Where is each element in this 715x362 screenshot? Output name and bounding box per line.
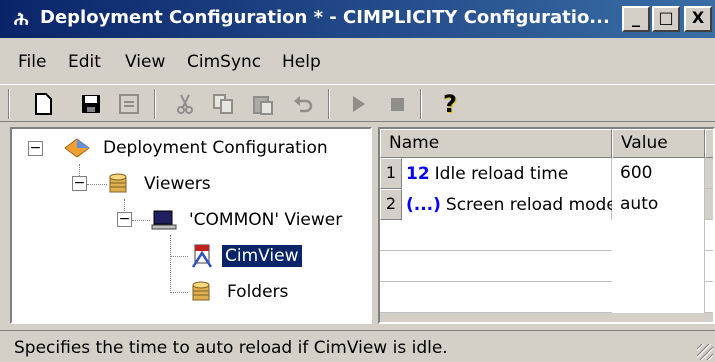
menu-edit[interactable]: Edit [68,52,101,72]
menu-bar: File Edit View CimSync Help [0,42,715,82]
menu-cimsync[interactable]: CimSync [187,52,261,72]
undo-icon[interactable] [290,91,316,117]
tree-item-common-viewer[interactable]: 'COMMON' Viewer [150,206,345,234]
tree-item-deployment-configuration[interactable]: Deployment Configuration [62,134,331,162]
property-name: Idle reload time [434,163,569,184]
status-text: Specifies the time to auto reload if Cim… [14,338,448,358]
cell-value[interactable]: auto [612,189,705,220]
save-icon[interactable] [78,91,104,117]
toolbar: ? [0,84,715,122]
toolbar-separator [154,89,156,119]
menu-file[interactable]: File [18,52,46,72]
tree-connector [170,256,188,257]
tree-item-folders[interactable]: Folders [190,278,291,306]
row-number: 1 [380,158,402,189]
menu-help[interactable]: Help [282,52,321,72]
title-bar[interactable]: ሕ Deployment Configuration * - CIMPLICIT… [0,0,715,38]
deployment-icon [64,138,90,158]
app-icon[interactable]: ሕ [14,9,36,30]
tree-label: 'COMMON' Viewer [189,210,343,230]
resize-grip-icon[interactable] [697,344,713,360]
collapse-toggle-root[interactable]: − [28,141,43,156]
run-icon[interactable] [345,91,371,117]
tree-connector [132,220,150,221]
tree-label: Folders [227,282,289,302]
collapse-toggle-common-viewer[interactable]: − [117,212,132,227]
tree-item-cimview[interactable]: CimView [190,242,302,270]
cimview-icon [191,244,213,268]
empty-cell [612,282,705,313]
menu-view[interactable]: View [125,52,165,72]
new-document-icon[interactable] [30,91,56,117]
tree-connector [170,292,188,293]
enum-type-icon: (...) [406,194,441,215]
column-header-filler [705,129,713,158]
table-row[interactable]: 2 (...) Screen reload mode auto [380,189,713,220]
tree-label: Deployment Configuration [103,138,328,158]
close-button[interactable]: X [684,6,712,32]
tree-label: CimView [222,245,302,267]
copy-icon[interactable] [210,91,236,117]
tree-connector [87,184,107,185]
empty-row [380,282,713,313]
cell-name[interactable]: (...) Screen reload mode [402,189,617,220]
status-bar: Specifies the time to auto reload if Cim… [0,330,715,362]
empty-row [380,220,713,251]
table-row[interactable]: 1 12 Idle reload time 600 [380,158,713,189]
maximize-button[interactable]: □ [652,6,680,32]
tree-label: Viewers [144,174,211,194]
tree-view[interactable]: − Deployment Configuration − Viewers − '… [10,127,372,324]
help-icon[interactable]: ? [437,90,463,118]
empty-cell [612,220,705,251]
cut-icon[interactable] [172,91,198,117]
paste-icon[interactable] [250,91,276,117]
empty-cell [612,251,705,282]
properties-icon[interactable] [116,91,142,117]
window-title: Deployment Configuration * - CIMPLICITY … [40,7,610,28]
column-header-value[interactable]: Value [612,129,705,158]
column-header-name[interactable]: Name [380,129,612,158]
computer-icon [151,210,177,230]
toolbar-grip [8,89,10,119]
toolbar-separator [420,89,422,119]
tree-item-viewers[interactable]: Viewers [107,170,214,198]
numeric-type-icon: 12 [406,163,430,184]
empty-row [380,251,713,282]
tree-connector [170,235,171,293]
row-number: 2 [380,189,402,220]
collapse-toggle-viewers[interactable]: − [72,176,87,191]
property-grid[interactable]: Name Value 1 12 Idle reload time 600 2 (… [378,127,715,324]
minimize-button[interactable]: _ [622,6,650,32]
stop-icon[interactable] [384,91,410,117]
folders-icon [192,281,210,301]
cell-name[interactable]: 12 Idle reload time [402,158,612,189]
toolbar-separator [328,89,330,119]
property-name: Screen reload mode [445,194,617,215]
cylinder-icon [109,173,127,193]
cell-value[interactable]: 600 [612,158,705,189]
